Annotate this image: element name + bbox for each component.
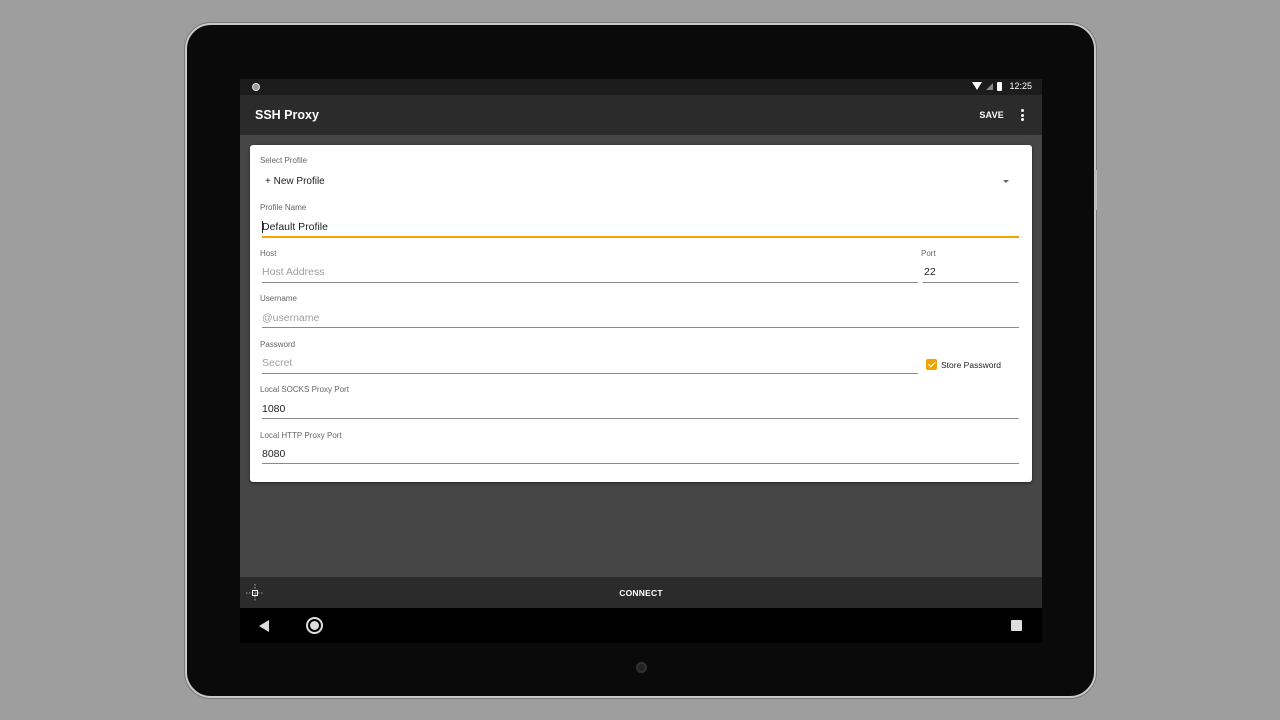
profile-select[interactable]: + New Profile xyxy=(265,176,325,187)
password-underline xyxy=(262,373,918,374)
password-input[interactable]: Secret xyxy=(262,357,292,369)
profile-name-label: Profile Name xyxy=(260,203,307,212)
http-port-input[interactable]: 8080 xyxy=(262,448,285,460)
host-label: Host xyxy=(260,249,277,258)
port-label: Port xyxy=(921,249,936,258)
username-input[interactable]: @username xyxy=(262,312,319,324)
clock: 12:25 xyxy=(1009,81,1032,91)
device-screen: 12:25 SSH Proxy SAVE Select Profile + Ne… xyxy=(240,79,1042,643)
recent-apps-icon[interactable] xyxy=(1011,620,1022,631)
wifi-icon xyxy=(972,82,983,90)
bottom-bar: CONNECT xyxy=(240,577,1042,608)
store-password-label[interactable]: Store Password xyxy=(941,360,1001,370)
front-camera xyxy=(636,662,647,673)
app-bar: SSH Proxy SAVE xyxy=(240,95,1042,135)
chevron-down-icon[interactable] xyxy=(1003,180,1009,183)
http-port-label: Local HTTP Proxy Port xyxy=(260,431,342,440)
host-underline xyxy=(262,282,918,283)
username-label: Username xyxy=(260,294,297,303)
connect-button[interactable]: CONNECT xyxy=(240,588,1042,598)
volume-button xyxy=(1094,170,1097,210)
app-title: SSH Proxy xyxy=(255,108,319,122)
http-port-underline xyxy=(262,463,1019,464)
host-input[interactable]: Host Address xyxy=(262,266,324,278)
profile-name-input[interactable]: Default Profile xyxy=(262,221,328,233)
system-nav-bar xyxy=(240,608,1042,643)
socks-port-input[interactable]: 1080 xyxy=(262,403,285,415)
home-icon[interactable] xyxy=(306,617,323,634)
overflow-menu-icon[interactable] xyxy=(1021,109,1025,121)
port-underline xyxy=(923,282,1019,283)
back-icon[interactable] xyxy=(259,620,269,632)
battery-icon xyxy=(997,81,1003,91)
save-button[interactable]: SAVE xyxy=(979,110,1004,120)
notification-dot-icon xyxy=(252,83,260,91)
signal-icon xyxy=(986,82,994,90)
port-input[interactable]: 22 xyxy=(924,266,936,278)
password-label: Password xyxy=(260,340,296,349)
profile-form-card: Select Profile + New Profile Profile Nam… xyxy=(250,145,1032,482)
status-bar: 12:25 xyxy=(240,79,1042,95)
profile-name-underline xyxy=(262,236,1019,238)
socks-port-label: Local SOCKS Proxy Port xyxy=(260,385,349,394)
username-underline xyxy=(262,327,1019,328)
store-password-checkbox[interactable] xyxy=(926,359,937,370)
select-profile-label: Select Profile xyxy=(260,156,308,165)
socks-port-underline xyxy=(262,418,1019,419)
